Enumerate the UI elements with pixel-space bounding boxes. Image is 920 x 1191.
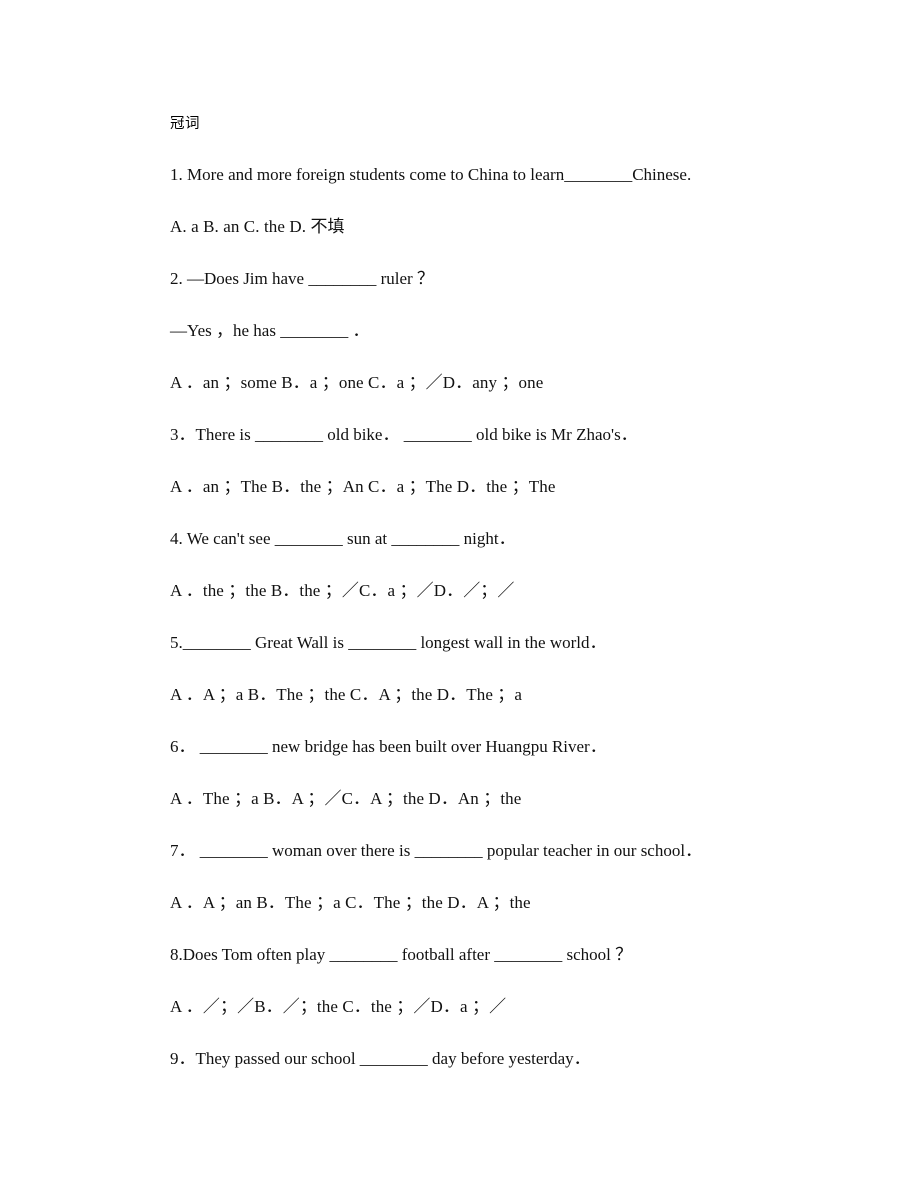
- question-stem-8: 8.Does Tom often play ________ football …: [170, 945, 633, 964]
- question-options-6: A ．The ；a B．A ；／C．A ；the D．An ；the: [170, 789, 522, 808]
- question-stem-6: 6． ________ new bridge has been built ov…: [170, 737, 607, 756]
- question-stem-7: 7． ________ woman over there is ________…: [170, 841, 703, 860]
- question-options-7: A ．A ；an B．The ；a C．The ；the D．A ；the: [170, 893, 531, 912]
- question-options-1: A. a B. an C. the D. 不填: [170, 217, 345, 236]
- question-stem-2: 2. —Does Jim have ________ ruler ？: [170, 269, 434, 288]
- question-stem-5: 5.________ Great Wall is ________ longes…: [170, 633, 607, 652]
- question-stem-4: 4. We can't see ________ sun at ________…: [170, 529, 516, 548]
- question-stem-3: 3．There is ________ old bike． ________ o…: [170, 425, 638, 444]
- question-options-4: A ．the ；the B．the ；／C．a ；／D．／；／: [170, 581, 515, 600]
- question-options-5: A ．A ；a B．The ；the C．A ；the D．The ；a: [170, 685, 523, 704]
- question-stem-1: 1. More and more foreign students come t…: [170, 165, 692, 184]
- question-options-3: A ．an ；The B．the ；An C．a ；The D．the ；The: [170, 477, 556, 496]
- question-options-2: A ．an ；some B．a ；one C．a ；／D．any ；one: [170, 373, 544, 392]
- question-answer-2: —Yes ，he has ________ ．: [170, 321, 370, 340]
- page-title: 冠词: [170, 116, 200, 132]
- document-page: 冠词 1. More and more foreign students com…: [0, 0, 920, 1191]
- question-stem-9: 9．They passed our school ________ day be…: [170, 1049, 591, 1068]
- document-body: 冠词 1. More and more foreign students com…: [170, 113, 770, 1070]
- question-options-8: A ．／；／B．／；the C．the ；／D．a ；／: [170, 997, 507, 1016]
